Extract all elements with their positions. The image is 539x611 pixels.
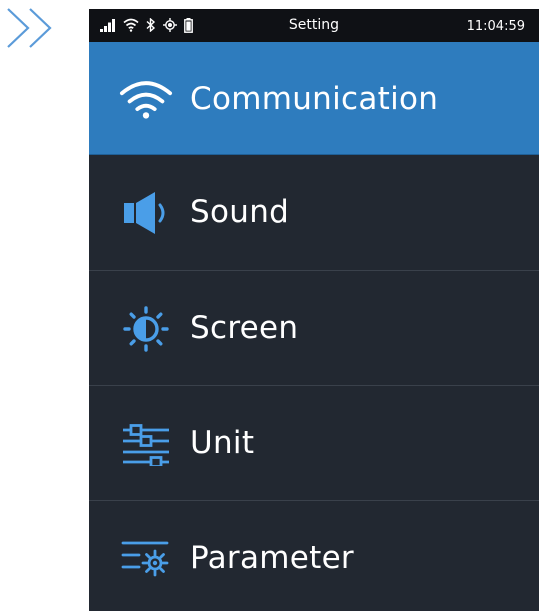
menu-label: Screen bbox=[190, 310, 299, 346]
menu-label: Sound bbox=[190, 194, 290, 230]
menu-item-unit[interactable]: Unit bbox=[89, 386, 539, 501]
menu-item-screen[interactable]: Screen bbox=[89, 271, 539, 386]
parameter-settings-icon bbox=[119, 536, 173, 582]
device-screen: Setting 11:04:59 Communication Sound Scr… bbox=[89, 9, 539, 611]
brightness-icon bbox=[119, 306, 173, 352]
double-chevron-right-icon[interactable] bbox=[4, 6, 56, 50]
sliders-icon bbox=[119, 421, 173, 467]
status-bar: Setting 11:04:59 bbox=[89, 9, 539, 42]
menu-item-sound[interactable]: Sound bbox=[89, 155, 539, 271]
speaker-icon bbox=[119, 190, 173, 236]
menu-label: Unit bbox=[190, 425, 255, 461]
menu-label: Parameter bbox=[190, 540, 354, 576]
wifi-icon bbox=[119, 76, 173, 122]
menu-item-communication[interactable]: Communication bbox=[89, 42, 539, 155]
menu-label: Communication bbox=[190, 81, 439, 117]
menu-item-parameter[interactable]: Parameter bbox=[89, 501, 539, 611]
status-time: 11:04:59 bbox=[466, 19, 525, 34]
